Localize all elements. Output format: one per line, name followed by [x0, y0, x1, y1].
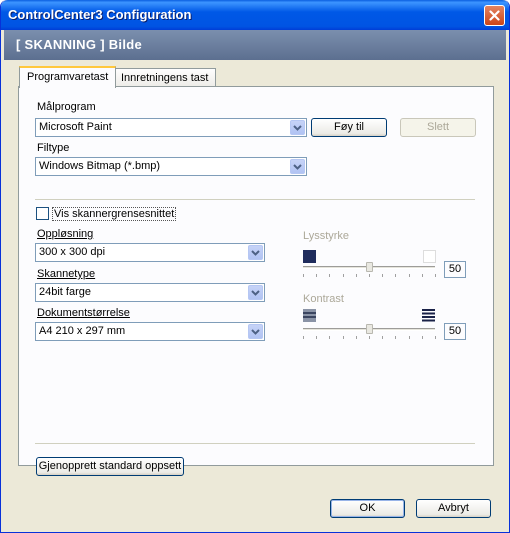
chevron-down-icon[interactable]	[290, 120, 305, 135]
resolution-label: Oppløsning	[37, 228, 94, 240]
target-app-select[interactable]: Microsoft Paint	[35, 118, 307, 137]
file-type-value: Windows Bitmap (*.bmp)	[39, 160, 161, 172]
contrast-slider-tick	[342, 336, 344, 339]
brightness-slider-tick	[421, 274, 423, 277]
tab-innretningens-tast[interactable]: Innretningens tast	[113, 68, 217, 88]
tab-programvaretast[interactable]: Programvaretast	[19, 66, 117, 88]
divider	[35, 443, 475, 444]
window-title: ControlCenter3 Configuration	[8, 7, 192, 22]
section-header: [ SKANNING ] Bilde	[4, 30, 506, 60]
show-scanner-ui-label[interactable]: Vis skannergrensesnittet	[52, 207, 177, 221]
brightness-slider-thumb[interactable]	[366, 262, 373, 272]
file-type-select[interactable]: Windows Bitmap (*.bmp)	[35, 157, 307, 176]
contrast-value[interactable]: 50	[444, 323, 466, 340]
brightness-slider-tick	[303, 274, 304, 277]
contrast-slider-tick	[355, 336, 357, 339]
show-scanner-ui-checkbox[interactable]	[36, 207, 49, 220]
close-button[interactable]	[484, 5, 505, 26]
contrast-slider-thumb[interactable]	[366, 324, 373, 334]
target-app-label: Målprogram	[37, 101, 96, 113]
file-type-label: Filtype	[37, 142, 70, 154]
contrast-slider-tick	[395, 336, 397, 339]
resolution-select[interactable]: 300 x 300 dpi	[35, 243, 265, 262]
resolution-value: 300 x 300 dpi	[39, 246, 106, 258]
contrast-high-icon	[422, 309, 435, 322]
restore-defaults-button[interactable]: Gjenopprett standard oppsett	[36, 457, 184, 476]
target-app-value: Microsoft Paint	[39, 121, 112, 133]
brightness-slider-tick	[369, 274, 370, 277]
brightness-slider-tick	[382, 274, 384, 277]
doc-size-label: Dokumentstørrelse	[37, 307, 130, 319]
tab-label: Programvaretast	[27, 71, 109, 83]
divider	[35, 199, 475, 200]
chevron-down-icon[interactable]	[248, 285, 263, 300]
brightness-slider-tick	[329, 274, 331, 277]
brightness-slider-tick	[408, 274, 410, 277]
chevron-down-icon[interactable]	[290, 159, 305, 174]
scan-type-label: Skannetype	[37, 268, 96, 280]
contrast-slider-tick	[408, 336, 410, 339]
contrast-slider-tick	[303, 336, 304, 339]
config-window: ControlCenter3 Configuration [ SKANNING …	[0, 0, 510, 533]
brightness-label: Lysstyrke	[303, 230, 350, 242]
brightness-value[interactable]: 50	[444, 261, 466, 278]
contrast-low-icon	[303, 309, 316, 322]
brightness-dark-icon	[303, 250, 316, 263]
close-icon	[489, 10, 500, 21]
chevron-down-icon[interactable]	[248, 324, 263, 339]
title-bar[interactable]: ControlCenter3 Configuration	[1, 0, 509, 30]
contrast-slider-tick	[421, 336, 423, 339]
contrast-slider-tick	[329, 336, 331, 339]
contrast-slider-tick	[369, 336, 370, 339]
doc-size-select[interactable]: A4 210 x 297 mm	[35, 322, 265, 341]
brightness-slider-tick	[316, 274, 318, 277]
ok-button[interactable]: OK	[330, 499, 405, 518]
contrast-slider-tick	[316, 336, 318, 339]
cancel-button[interactable]: Avbryt	[416, 499, 491, 518]
contrast-slider-tick	[435, 336, 436, 339]
contrast-slider-tick	[382, 336, 384, 339]
brightness-slider-tick	[435, 274, 436, 277]
section-header-text: [ SKANNING ] Bilde	[16, 37, 143, 52]
tab-label: Innretningens tast	[121, 72, 209, 84]
cancel-label: Avbryt	[438, 502, 469, 514]
restore-defaults-label: Gjenopprett standard oppsett	[38, 460, 182, 472]
brightness-light-icon	[423, 250, 436, 263]
scan-type-select[interactable]: 24bit farge	[35, 283, 265, 302]
add-button[interactable]: Føy til	[311, 118, 387, 137]
brightness-slider-tick	[355, 274, 357, 277]
brightness-slider-tick	[395, 274, 397, 277]
chevron-down-icon[interactable]	[248, 245, 263, 260]
doc-size-value: A4 210 x 297 mm	[39, 325, 126, 337]
ok-label: OK	[359, 502, 376, 514]
delete-button[interactable]: Slett	[400, 118, 476, 137]
brightness-slider-tick	[342, 274, 344, 277]
contrast-label: Kontrast	[303, 293, 344, 305]
scan-type-value: 24bit farge	[39, 286, 91, 298]
